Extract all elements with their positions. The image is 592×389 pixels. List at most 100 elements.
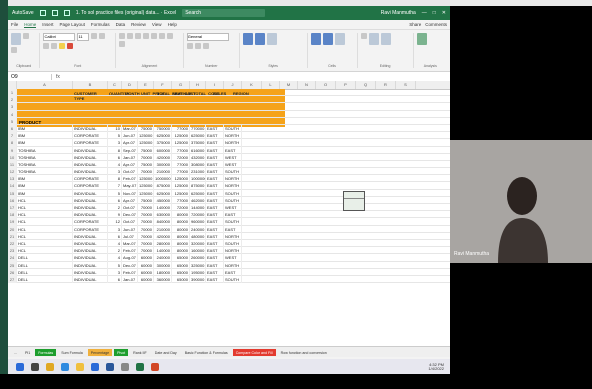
table-cell[interactable]: INDIVIDUAL [73, 189, 108, 197]
table-cell[interactable]: 144000 [190, 204, 206, 212]
table-cell[interactable]: NORTH [224, 232, 242, 240]
table-cell[interactable]: 750000 [154, 124, 172, 133]
row-number[interactable]: 3 [8, 103, 17, 111]
table-cell[interactable]: 77000 [172, 196, 190, 204]
table-cell[interactable]: TOSHIBA [17, 168, 73, 176]
table-cell[interactable]: Oct-07 [122, 168, 138, 176]
currency-icon[interactable] [186, 43, 193, 49]
column-header[interactable]: P [336, 81, 356, 89]
insert-cells-icon[interactable] [310, 33, 321, 45]
menu-data[interactable]: Data [116, 22, 126, 27]
autosum-icon[interactable] [360, 33, 367, 39]
table-cell[interactable]: EAST [206, 168, 224, 176]
mail-icon[interactable] [91, 362, 99, 371]
sheet-tab[interactable]: Formulas [35, 348, 57, 356]
table-cell[interactable]: 10 [108, 124, 122, 133]
table-cell[interactable]: IBM [17, 189, 73, 197]
row-number[interactable]: 11 [8, 160, 17, 169]
table-cell[interactable]: 420000 [154, 232, 172, 240]
table-cell[interactable]: 60000 [138, 275, 154, 284]
column-header[interactable]: E [138, 81, 154, 89]
table-cell[interactable]: INDIVIDUAL [73, 247, 108, 255]
word-icon[interactable] [106, 362, 114, 371]
sort-filter-icon[interactable] [368, 33, 379, 45]
column-header[interactable]: Q [356, 81, 376, 89]
table-cell[interactable]: 875000 [154, 182, 172, 190]
table-cell[interactable]: 80000 [172, 225, 190, 233]
table-cell[interactable]: 160000 [190, 247, 206, 255]
table-cell[interactable]: CORPORATE [73, 182, 108, 190]
table-cell[interactable]: 72000 [172, 153, 190, 161]
table-cell[interactable]: 420000 [154, 153, 172, 161]
paste-icon[interactable] [11, 33, 21, 45]
table-cell[interactable]: INDIVIDUAL [73, 268, 108, 276]
table-cell[interactable]: 6 [108, 275, 122, 284]
table-cell[interactable]: 625000 [190, 189, 206, 197]
row-number[interactable]: 9 [8, 146, 17, 154]
close-icon[interactable]: ✕ [442, 10, 446, 16]
column-header[interactable]: S [396, 81, 416, 89]
table-cell[interactable]: IBM [17, 139, 73, 147]
row-number[interactable]: 18 [8, 211, 17, 219]
column-header[interactable]: B [73, 81, 108, 89]
table-cell[interactable]: Apr-07 [122, 160, 138, 169]
table-cell[interactable]: EAST [206, 196, 224, 204]
search-icon[interactable] [31, 362, 39, 371]
row-number[interactable]: 20 [8, 225, 17, 233]
table-cell[interactable]: 840000 [154, 218, 172, 226]
table-cell[interactable]: Apr-07 [122, 139, 138, 147]
bold-icon[interactable] [91, 33, 98, 39]
row-number[interactable]: 10 [8, 153, 17, 161]
cut-icon[interactable] [23, 33, 29, 39]
table-cell[interactable]: 80000 [172, 211, 190, 219]
table-cell[interactable]: 70000 [138, 247, 154, 255]
column-header[interactable]: M [280, 81, 298, 89]
selected-cell-range[interactable] [343, 191, 365, 211]
table-cell[interactable]: CORPORATE [73, 175, 108, 183]
table-cell[interactable]: 125000 [172, 189, 190, 197]
table-cell[interactable]: 60000 [138, 261, 154, 269]
wrap-text-icon[interactable] [143, 33, 150, 39]
sheet-tab[interactable]: Row function and conversion [278, 349, 330, 356]
column-header[interactable]: K [242, 81, 262, 89]
table-cell[interactable]: 80000 [172, 239, 190, 248]
table-cell[interactable]: DELL [17, 268, 73, 276]
table-cell[interactable]: 432000 [190, 153, 206, 161]
table-cell[interactable]: INDIVIDUAL [73, 204, 108, 212]
windows-icon[interactable] [16, 362, 24, 371]
table-cell[interactable]: EAST [206, 139, 224, 147]
table-cell[interactable]: Jan-07 [122, 275, 138, 284]
minimize-icon[interactable]: — [422, 10, 427, 16]
table-cell[interactable]: 480000 [190, 232, 206, 240]
table-cell[interactable]: 125000 [138, 139, 154, 147]
table-cell[interactable]: 125000 [138, 132, 154, 140]
table-cell[interactable]: CORPORATE [73, 132, 108, 140]
table-cell[interactable]: 360000 [154, 275, 172, 284]
table-cell[interactable]: EAST [206, 211, 224, 219]
table-cell[interactable]: 625000 [154, 132, 172, 140]
table-cell[interactable]: 210000 [154, 168, 172, 176]
table-cell[interactable]: Jun-07 [122, 132, 138, 140]
table-cell[interactable]: 2 [108, 204, 122, 212]
table-cell[interactable]: Sep-07 [122, 146, 138, 154]
table-cell[interactable]: 6 [108, 196, 122, 204]
table-cell[interactable]: 300000 [154, 261, 172, 269]
row-number[interactable]: 13 [8, 175, 17, 183]
table-cell[interactable]: 125000 [172, 182, 190, 190]
table-cell[interactable]: 2 [108, 247, 122, 255]
merge-icon[interactable] [119, 41, 126, 47]
table-cell[interactable]: SOUTH [224, 275, 242, 284]
table-cell[interactable]: INDIVIDUAL [73, 168, 108, 176]
maximize-icon[interactable]: □ [433, 10, 436, 16]
table-cell[interactable]: 77000 [172, 168, 190, 176]
table-cell[interactable]: Feb-07 [122, 247, 138, 255]
row-number[interactable]: 2 [8, 96, 17, 104]
column-header[interactable]: R [376, 81, 396, 89]
menu-home[interactable]: Home [24, 22, 37, 28]
table-cell[interactable]: 180000 [154, 268, 172, 276]
align-center-icon[interactable] [159, 33, 166, 39]
table-cell[interactable]: 3 [108, 225, 122, 233]
row-number[interactable]: 26 [8, 268, 17, 276]
edge-icon[interactable] [61, 362, 69, 371]
table-cell[interactable]: 9 [108, 211, 122, 219]
